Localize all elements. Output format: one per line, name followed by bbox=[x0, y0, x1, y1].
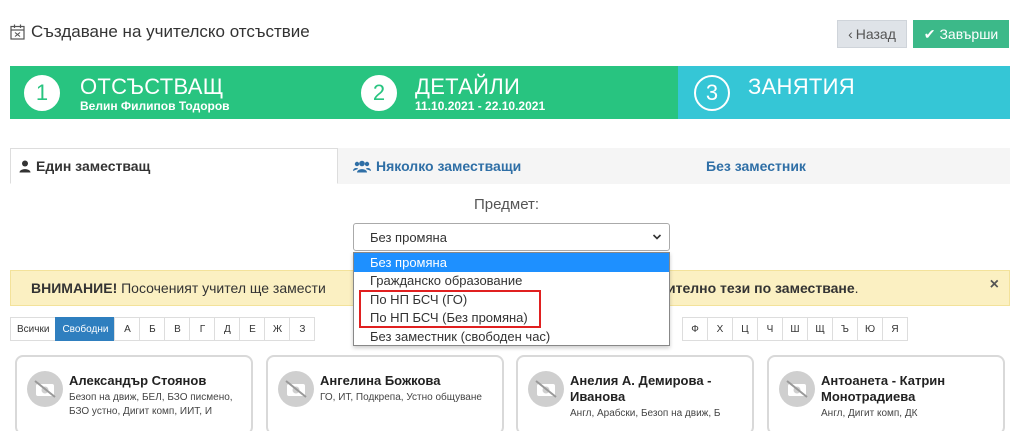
teacher-card[interactable]: Анелия А. Демирова - Иванова Англ, Арабс… bbox=[516, 355, 754, 431]
close-icon[interactable]: × bbox=[990, 276, 999, 294]
step-details: 2 ДЕТАЙЛИ 11.10.2021 - 22.10.2021 bbox=[345, 66, 678, 119]
tab-single-substitute[interactable]: Един заместващ bbox=[10, 148, 338, 184]
alert-text-left: ВНИМАНИЕ! Посоченият учител ще замести bbox=[31, 280, 326, 296]
step-subtitle: 11.10.2021 - 22.10.2021 bbox=[415, 99, 546, 113]
tab-label: Един заместващ bbox=[36, 158, 151, 174]
no-photo-icon bbox=[779, 371, 815, 407]
filter-letter[interactable]: Ж bbox=[264, 317, 291, 341]
chevron-down-icon bbox=[652, 234, 662, 240]
no-photo-icon bbox=[27, 371, 63, 407]
filter-letter[interactable]: Ц bbox=[732, 317, 758, 341]
teacher-subjects: Англ, Арабски, Безоп на движ, Б bbox=[570, 408, 721, 419]
dropdown-option[interactable]: Гражданско образование bbox=[354, 272, 669, 291]
finish-button[interactable]: ✔ Завърши bbox=[913, 20, 1009, 48]
filter-letter[interactable]: Ч bbox=[757, 317, 783, 341]
step-absent: 1 ОТСЪСТВАЩ Велин Филипов Тодоров bbox=[10, 66, 345, 119]
chevron-left-icon: ‹ bbox=[848, 26, 853, 42]
filter-letter[interactable]: Е bbox=[239, 317, 266, 341]
alert-text: Посоченият учител ще замести bbox=[117, 280, 326, 296]
filter-letter[interactable]: Ф bbox=[682, 317, 708, 341]
teacher-card[interactable]: Антоанета - Катрин Монотрадиева Англ, Ди… bbox=[767, 355, 1005, 431]
finish-button-label: Завърши bbox=[939, 26, 999, 42]
tab-label: Няколко заместващи bbox=[376, 158, 522, 174]
teacher-subjects: Безоп на движ, БЕЛ, БЗО писмено, БЗО уст… bbox=[69, 392, 233, 417]
subject-select[interactable]: Без промяна bbox=[353, 223, 670, 251]
teacher-subjects: Англ, Дигит комп, ДК bbox=[821, 408, 918, 419]
users-icon bbox=[353, 160, 371, 172]
step-number: 2 bbox=[361, 75, 397, 111]
teacher-name: Анелия А. Демирова - Иванова bbox=[570, 373, 712, 404]
filter-letter[interactable]: В bbox=[164, 317, 191, 341]
substitute-tabs: Един заместващ Няколко заместващи Без за… bbox=[10, 148, 1010, 184]
highlight-annotation bbox=[359, 290, 541, 328]
teacher-subjects: ГО, ИТ, Подкрепа, Устно общуване bbox=[320, 392, 482, 403]
filter-letter[interactable]: Д bbox=[214, 317, 241, 341]
alert-strong: ВНИМАНИЕ! bbox=[31, 280, 118, 296]
filter-letter[interactable]: Ю bbox=[857, 317, 883, 341]
teacher-name: Ангелина Божкова bbox=[320, 373, 441, 388]
calendar-icon bbox=[10, 24, 25, 40]
teacher-card[interactable]: Александър Стоянов Безоп на движ, БЕЛ, Б… bbox=[15, 355, 253, 431]
back-button[interactable]: ‹ Назад bbox=[837, 20, 907, 48]
filter-all[interactable]: Всички bbox=[10, 317, 57, 341]
dropdown-option[interactable]: Без заместник (свободен час) bbox=[354, 327, 669, 346]
filter-letter[interactable]: З bbox=[289, 317, 316, 341]
step-title: ДЕТАЙЛИ bbox=[415, 74, 521, 99]
alert-text-right: ително тези по заместване. bbox=[667, 280, 859, 296]
filter-letter[interactable]: Я bbox=[882, 317, 908, 341]
tab-no-substitute[interactable]: Без заместник bbox=[698, 148, 1010, 184]
filter-letter[interactable]: А bbox=[114, 317, 141, 341]
teacher-name: Александър Стоянов bbox=[69, 373, 207, 388]
dropdown-option[interactable]: Без промяна bbox=[354, 253, 669, 272]
tab-multiple-substitutes[interactable]: Няколко заместващи bbox=[338, 148, 698, 184]
letter-filter-left: Всички Свободни А Б В Г Д Е Ж З bbox=[10, 317, 316, 341]
filter-letter[interactable]: Б bbox=[139, 317, 166, 341]
page-title: Създаване на учителско отсъствие bbox=[10, 22, 310, 42]
alert-strong-right: ително тези по заместване bbox=[667, 280, 855, 296]
subject-select-value: Без промяна bbox=[370, 229, 447, 245]
filter-letter[interactable]: Г bbox=[189, 317, 216, 341]
no-photo-icon bbox=[528, 371, 564, 407]
filter-letter[interactable]: Х bbox=[707, 317, 733, 341]
step-lessons: 3 ЗАНЯТИЯ bbox=[678, 66, 1010, 119]
tab-label: Без заместник bbox=[706, 158, 806, 174]
filter-free[interactable]: Свободни bbox=[55, 317, 116, 341]
filter-letter[interactable]: Ъ bbox=[832, 317, 858, 341]
filter-letter[interactable]: Щ bbox=[807, 317, 833, 341]
teacher-name: Антоанета - Катрин Монотрадиева bbox=[821, 373, 946, 404]
back-button-label: Назад bbox=[855, 26, 896, 42]
step-title: ОТСЪСТВАЩ bbox=[80, 74, 224, 99]
alert-dot: . bbox=[854, 280, 859, 296]
no-photo-icon bbox=[278, 371, 314, 407]
page-title-text: Създаване на учителско отсъствие bbox=[31, 22, 310, 41]
wizard-steps: 1 ОТСЪСТВАЩ Велин Филипов Тодоров 2 ДЕТА… bbox=[10, 66, 1010, 119]
teacher-card[interactable]: Ангелина Божкова ГО, ИТ, Подкрепа, Устно… bbox=[266, 355, 504, 431]
subject-label: Предмет: bbox=[474, 196, 540, 213]
step-subtitle: Велин Филипов Тодоров bbox=[80, 99, 230, 113]
filter-letter[interactable]: Ш bbox=[782, 317, 808, 341]
letter-filter-right: Ф Х Ц Ч Ш Щ Ъ Ю Я bbox=[682, 317, 908, 341]
step-title: ЗАНЯТИЯ bbox=[748, 74, 855, 99]
step-number: 3 bbox=[694, 75, 730, 111]
check-icon: ✔ bbox=[923, 25, 936, 42]
user-icon bbox=[19, 160, 31, 172]
step-number: 1 bbox=[24, 75, 60, 111]
